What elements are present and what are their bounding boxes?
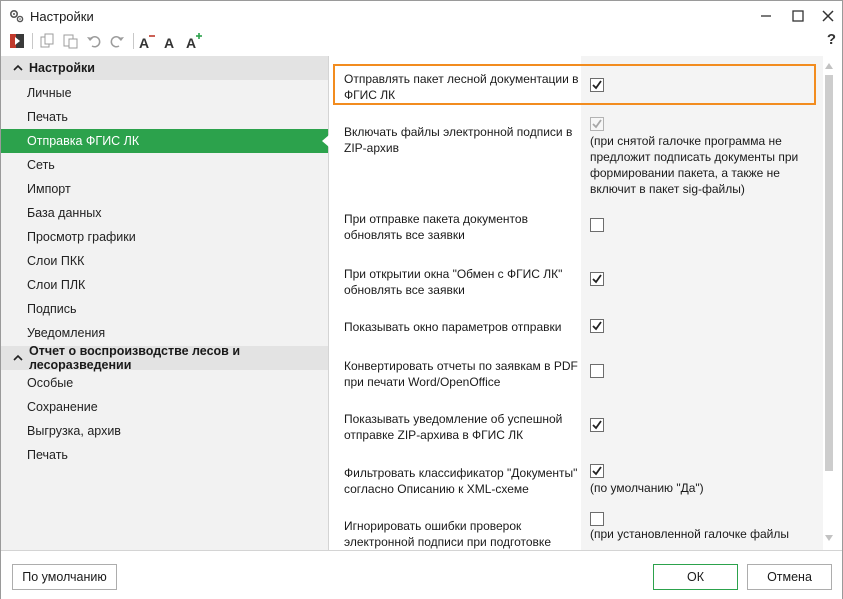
options-panel: Отправлять пакет лесной документации в Ф… <box>330 56 842 550</box>
ignore-signature-errors-checkbox[interactable] <box>590 512 604 526</box>
nav-item-saving[interactable]: Сохранение <box>1 395 328 419</box>
undo-button[interactable] <box>84 31 104 51</box>
window-title: Настройки <box>30 9 94 24</box>
cancel-button[interactable]: Отмена <box>747 564 832 590</box>
highlight-frame <box>333 64 816 105</box>
font-decrease-button[interactable]: A <box>137 31 157 51</box>
nav-item-signature[interactable]: Подпись <box>1 297 328 321</box>
chevron-up-icon <box>13 64 23 72</box>
settings-window: Настройки A A A ? Настройки Личные Печат… <box>0 0 843 599</box>
checkmark-icon <box>592 321 602 331</box>
help-button[interactable]: ? <box>827 31 836 48</box>
paste-button[interactable] <box>60 31 80 51</box>
close-icon <box>822 10 834 22</box>
checkmark-icon <box>592 274 602 284</box>
copy-icon <box>40 33 54 48</box>
nav-item-notifications[interactable]: Уведомления <box>1 321 328 345</box>
redo-button[interactable] <box>107 31 127 51</box>
font-increase-icon: A <box>186 33 202 50</box>
include-signatures-checkbox[interactable] <box>590 117 604 131</box>
scroll-up-arrow[interactable] <box>823 60 835 72</box>
title-bar: Настройки <box>1 1 842 30</box>
scroll-up-icon <box>825 63 833 69</box>
dialog-footer: По умолчанию ОК Отмена <box>1 550 842 599</box>
option-label-include-signatures: Включать файлы электронной подписи в ZIP… <box>344 125 573 155</box>
toolbar-separator <box>133 33 134 49</box>
value-column <box>581 56 823 550</box>
svg-text:A: A <box>164 35 174 50</box>
nav-item-fgis-send[interactable]: Отправка ФГИС ЛК <box>1 129 329 153</box>
option-label-filter-classifier: Фильтровать классификатор "Документы" со… <box>344 466 578 496</box>
svg-text:A: A <box>186 35 196 50</box>
options-scrollbar[interactable] <box>823 60 835 546</box>
nav-group-settings[interactable]: Настройки <box>1 56 328 80</box>
font-decrease-icon: A <box>139 35 155 50</box>
minimize-icon <box>761 15 771 17</box>
show-send-params-checkbox[interactable] <box>590 319 604 333</box>
ignore-signature-errors-note: (при установленной галочке файлы <box>590 527 790 541</box>
checkmark-icon <box>592 119 602 129</box>
gears-icon <box>9 8 25 24</box>
ok-button[interactable]: ОК <box>653 564 738 590</box>
minimize-button[interactable] <box>751 4 781 28</box>
font-reset-button[interactable]: A <box>160 31 180 51</box>
checkmark-icon <box>592 466 602 476</box>
update-on-send-checkbox[interactable] <box>590 218 604 232</box>
filter-classifier-checkbox[interactable] <box>590 464 604 478</box>
toolbar-separator <box>32 33 33 49</box>
chevron-up-icon <box>13 354 23 362</box>
svg-text:A: A <box>139 35 149 50</box>
settings-nav: Настройки Личные Печать Отправка ФГИС ЛК… <box>1 56 329 550</box>
nav-item-personal[interactable]: Личные <box>1 81 328 105</box>
option-label-convert-pdf: Конвертировать отчеты по заявкам в PDF п… <box>344 359 578 389</box>
nav-group-title: Настройки <box>29 61 95 75</box>
nav-item-export-archive[interactable]: Выгрузка, архив <box>1 419 328 443</box>
scroll-down-icon <box>825 535 833 541</box>
exit-button[interactable] <box>7 31 27 51</box>
nav-item-report-print[interactable]: Печать <box>1 443 328 467</box>
paste-icon <box>63 34 78 49</box>
option-label-update-on-send: При отправке пакета документов обновлять… <box>344 212 528 242</box>
show-success-checkbox[interactable] <box>590 418 604 432</box>
nav-item-network[interactable]: Сеть <box>1 153 328 177</box>
option-label-show-send-params: Показывать окно параметров отправки <box>344 320 562 334</box>
option-label-ignore-signature-errors: Игнорировать ошибки проверок электронной… <box>344 519 551 549</box>
maximize-icon <box>792 10 804 22</box>
default-button[interactable]: По умолчанию <box>12 564 117 590</box>
redo-icon <box>110 36 124 48</box>
checkmark-icon <box>592 420 602 430</box>
exit-icon <box>10 34 24 48</box>
nav-group-report[interactable]: Отчет о воспроизводстве лесов и лесоразв… <box>1 344 328 372</box>
option-label-update-on-open: При открытии окна "Обмен с ФГИС ЛК" обно… <box>344 267 563 297</box>
nav-item-print[interactable]: Печать <box>1 105 328 129</box>
nav-item-plk-layers[interactable]: Слои ПЛК <box>1 273 328 297</box>
close-button[interactable] <box>813 4 843 28</box>
scroll-down-arrow[interactable] <box>823 532 835 544</box>
undo-icon <box>87 36 101 48</box>
include-signatures-note: (при снятой галочке программа не предлож… <box>590 134 799 196</box>
nav-item-graphics-view[interactable]: Просмотр графики <box>1 225 328 249</box>
convert-pdf-checkbox[interactable] <box>590 364 604 378</box>
maximize-button[interactable] <box>783 4 813 28</box>
nav-item-special[interactable]: Особые <box>1 371 328 395</box>
nav-item-database[interactable]: База данных <box>1 201 328 225</box>
scroll-thumb[interactable] <box>825 75 833 471</box>
toolbar: A A A ? <box>1 30 842 52</box>
update-on-open-checkbox[interactable] <box>590 272 604 286</box>
copy-button[interactable] <box>37 31 57 51</box>
font-increase-button[interactable]: A <box>184 31 204 51</box>
font-reset-icon: A <box>164 35 174 50</box>
nav-item-pkk-layers[interactable]: Слои ПКК <box>1 249 328 273</box>
nav-group-title: Отчет о воспроизводстве лесов и лесоразв… <box>29 344 241 372</box>
option-label-show-success: Показывать уведомление об успешной отпра… <box>344 412 563 442</box>
filter-classifier-note: (по умолчанию "Да") <box>590 481 704 495</box>
nav-item-import[interactable]: Импорт <box>1 177 328 201</box>
